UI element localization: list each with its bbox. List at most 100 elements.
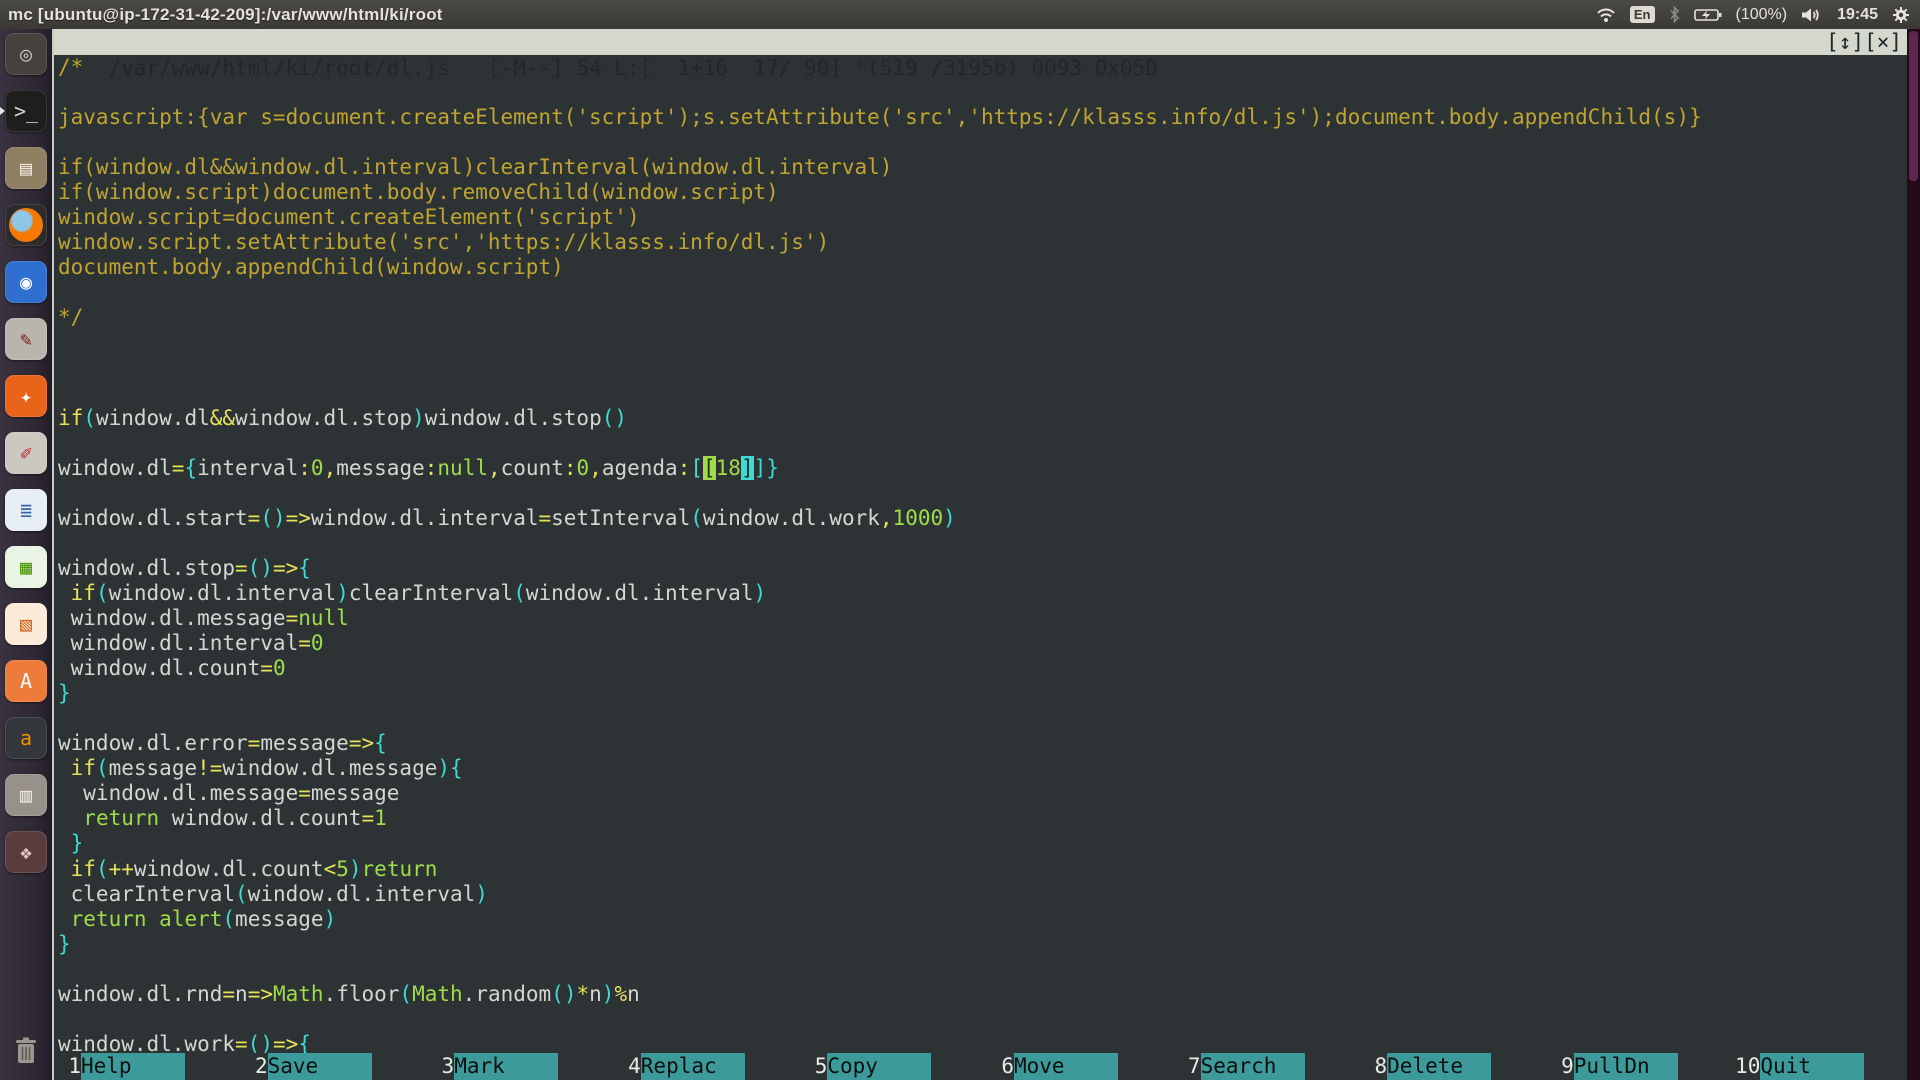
code-line[interactable]: return window.dl.count=1 <box>58 806 1907 831</box>
text-editor-glyph-icon: ✎ <box>20 327 32 351</box>
code-line[interactable]: window.dl.count=0 <box>58 656 1907 681</box>
code-line[interactable]: if(++window.dl.count<5)return <box>58 857 1907 882</box>
fn-key-label: Search <box>1201 1053 1305 1080</box>
code-line[interactable]: /* <box>58 55 1907 80</box>
code-line[interactable]: if(message!=window.dl.message){ <box>58 756 1907 781</box>
code-line[interactable]: window.dl.stop=()=>{ <box>58 556 1907 581</box>
libreoffice-writer-glyph-icon: ≣ <box>20 498 32 522</box>
dock-icon-firefox[interactable] <box>5 204 47 246</box>
code-area[interactable]: /* javascript:{var s=document.createElem… <box>54 55 1907 1053</box>
dock-icon-libreoffice-impress[interactable]: ▧ <box>5 603 47 645</box>
code-line[interactable]: if(window.script)document.body.removeChi… <box>58 180 1907 205</box>
dock-icon-draw-app[interactable]: ✐ <box>5 432 47 474</box>
dock-icon-dash-home[interactable]: ◎ <box>5 33 47 75</box>
fn-key-label: PullDn <box>1574 1053 1678 1080</box>
code-line[interactable] <box>58 481 1907 506</box>
fn-key-delete[interactable]: 8Delete <box>1360 1053 1547 1080</box>
clock[interactable]: 19:45 <box>1837 6 1878 24</box>
code-line[interactable]: window.dl.rnd=n=>Math.floor(Math.random(… <box>58 982 1907 1007</box>
dock-icon-video-app[interactable]: ◉ <box>5 261 47 303</box>
dash-home-glyph-icon: ◎ <box>20 42 32 66</box>
fn-key-search[interactable]: 7Search <box>1174 1053 1361 1080</box>
scrollbar[interactable] <box>1907 29 1920 1080</box>
firefox-globe-icon <box>9 208 43 242</box>
indicator-area: En (100%) 19:45 <box>1596 6 1920 24</box>
code-line[interactable]: window.dl.work=()=>{ <box>58 1032 1907 1053</box>
code-line[interactable] <box>58 531 1907 556</box>
code-line[interactable]: if(window.dl.interval)clearInterval(wind… <box>58 581 1907 606</box>
keyboard-layout-indicator[interactable]: En <box>1630 6 1655 23</box>
code-line[interactable]: if(window.dl&&window.dl.interval)clearIn… <box>58 155 1907 180</box>
code-line[interactable]: window.script.setAttribute('src','https:… <box>58 230 1907 255</box>
fn-key-label: Help <box>81 1053 185 1080</box>
code-line[interactable] <box>58 130 1907 155</box>
code-line[interactable] <box>58 1007 1907 1032</box>
code-line[interactable]: window.dl.message=null <box>58 606 1907 631</box>
terminal-window: /var/www/html/ki/root/dl.js [-M--] 54 L:… <box>52 29 1920 1080</box>
code-line[interactable]: window.dl.error=message=>{ <box>58 731 1907 756</box>
editor-window-buttons[interactable]: [↕][×] <box>1826 29 1902 55</box>
window-title: mc [ubuntu@ip-172-31-42-209]:/var/www/ht… <box>0 5 443 25</box>
settings-icon[interactable] <box>1892 6 1910 24</box>
dock-icon-file-manager[interactable]: ▤ <box>5 147 47 189</box>
code-line[interactable] <box>58 431 1907 456</box>
fn-key-label: Delete <box>1387 1053 1491 1080</box>
code-line[interactable]: clearInterval(window.dl.interval) <box>58 882 1907 907</box>
dock-icon-libreoffice-writer[interactable]: ≣ <box>5 489 47 531</box>
volume-icon[interactable] <box>1801 7 1823 23</box>
code-line[interactable] <box>58 331 1907 356</box>
code-line[interactable]: window.script=document.createElement('sc… <box>58 205 1907 230</box>
fn-key-move[interactable]: 6Move <box>987 1053 1174 1080</box>
code-line[interactable]: window.dl={interval:0,message:null,count… <box>58 456 1907 481</box>
dock-icon-libreoffice-calc[interactable]: ▦ <box>5 546 47 588</box>
fn-key-number: 4 <box>614 1053 641 1080</box>
fn-key-label: Save <box>268 1053 372 1080</box>
code-line[interactable] <box>58 80 1907 105</box>
code-line[interactable]: } <box>58 932 1907 957</box>
code-line[interactable]: } <box>58 681 1907 706</box>
bluetooth-icon[interactable] <box>1669 6 1680 23</box>
wifi-icon[interactable] <box>1596 7 1616 23</box>
code-line[interactable]: window.dl.start=()=>window.dl.interval=s… <box>58 506 1907 531</box>
dock-icon-ubuntu-software[interactable]: A <box>5 660 47 702</box>
archive-manager-glyph-icon: ▥ <box>20 783 32 807</box>
fn-key-copy[interactable]: 5Copy <box>800 1053 987 1080</box>
code-line[interactable]: } <box>58 831 1907 856</box>
code-line[interactable]: javascript:{var s=document.createElement… <box>58 105 1907 130</box>
plugin-app-glyph-icon: ❖ <box>20 840 32 864</box>
fn-key-help[interactable]: 1Help <box>54 1053 241 1080</box>
code-line[interactable]: document.body.appendChild(window.script) <box>58 255 1907 280</box>
fn-key-number: 3 <box>427 1053 454 1080</box>
dock-icon-text-editor[interactable]: ✎ <box>5 318 47 360</box>
scrollbar-thumb[interactable] <box>1909 31 1918 181</box>
fn-key-save[interactable]: 2Save <box>241 1053 428 1080</box>
code-line[interactable]: window.dl.message=message <box>58 781 1907 806</box>
code-line[interactable]: if(window.dl&&window.dl.stop)window.dl.s… <box>58 406 1907 431</box>
code-line[interactable] <box>58 280 1907 305</box>
amazon-glyph-icon: a <box>20 726 32 750</box>
ubuntu-software-glyph-icon: A <box>20 669 32 693</box>
dock-icon-plugin-app[interactable]: ❖ <box>5 831 47 873</box>
code-line[interactable]: */ <box>58 305 1907 330</box>
code-line[interactable]: return alert(message) <box>58 907 1907 932</box>
fn-key-number: 6 <box>987 1053 1014 1080</box>
dock-icon-trash[interactable] <box>5 1030 47 1072</box>
fn-key-replac[interactable]: 4Replac <box>614 1053 801 1080</box>
dock-icon-amazon[interactable]: a <box>5 717 47 759</box>
code-line[interactable] <box>58 381 1907 406</box>
code-line[interactable] <box>58 356 1907 381</box>
code-line[interactable] <box>58 957 1907 982</box>
fn-key-pulldn[interactable]: 9PullDn <box>1547 1053 1734 1080</box>
code-line[interactable]: window.dl.interval=0 <box>58 631 1907 656</box>
fn-key-number: 10 <box>1733 1053 1760 1080</box>
battery-icon[interactable] <box>1694 8 1722 22</box>
fn-key-mark[interactable]: 3Mark <box>427 1053 614 1080</box>
fn-key-label: Mark <box>454 1053 558 1080</box>
top-panel: mc [ubuntu@ip-172-31-42-209]:/var/www/ht… <box>0 0 1920 29</box>
code-line[interactable] <box>58 706 1907 731</box>
dock-icon-archive-manager[interactable]: ▥ <box>5 774 47 816</box>
dock-icon-terminal[interactable]: >_ <box>5 90 47 132</box>
fn-key-quit[interactable]: 10Quit <box>1733 1053 1920 1080</box>
file-manager-glyph-icon: ▤ <box>20 156 32 180</box>
dock-icon-software-app[interactable]: ✦ <box>5 375 47 417</box>
